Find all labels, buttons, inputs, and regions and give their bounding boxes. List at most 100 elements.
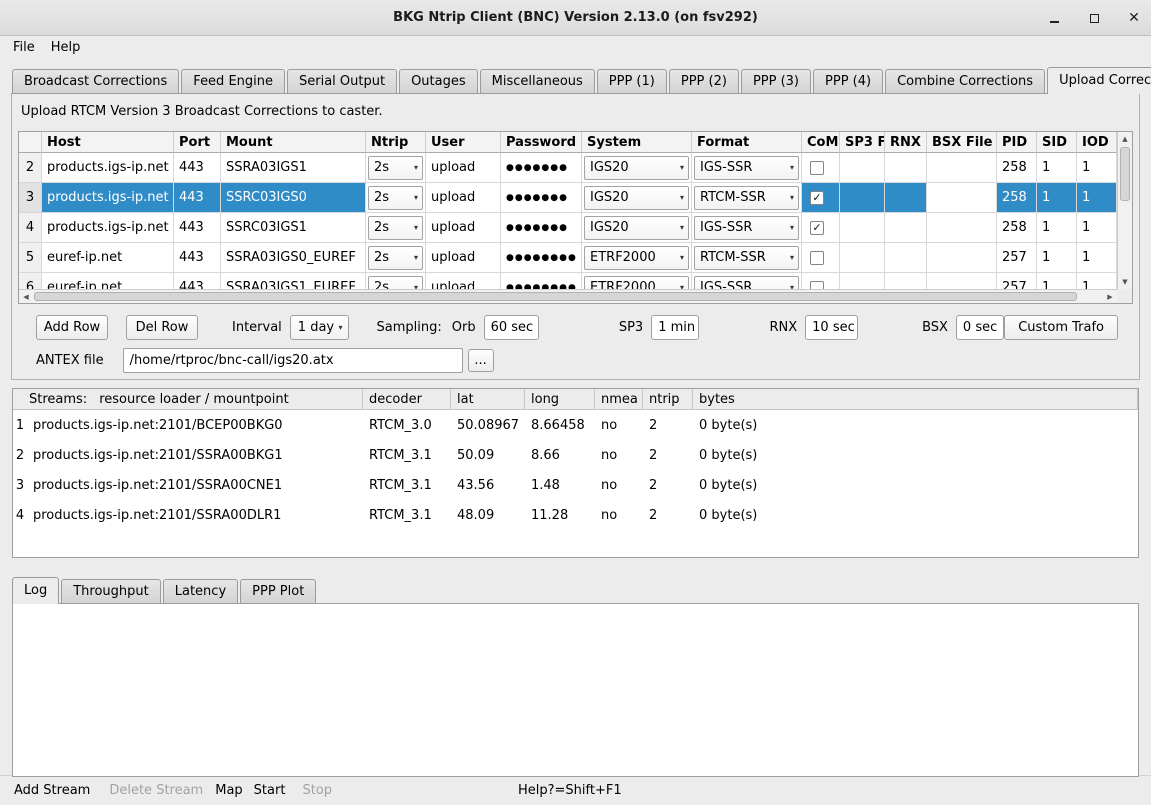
system-select[interactable]: ETRF2000▾ xyxy=(584,276,689,290)
header-pid[interactable]: PID xyxy=(997,132,1037,153)
header-password[interactable]: Password xyxy=(501,132,582,153)
horizontal-scrollbar-thumb[interactable] xyxy=(34,292,1077,301)
stream-row[interactable]: 3 products.igs-ip.net:2101/SSRA00CNE1 RT… xyxy=(13,470,1138,500)
pid-cell[interactable]: 258 xyxy=(997,183,1037,213)
password-cell[interactable]: ●●●●●●● xyxy=(501,183,582,213)
iod-cell[interactable]: 1 xyxy=(1077,243,1117,273)
maximize-button[interactable] xyxy=(1085,9,1103,27)
sp3-file-cell[interactable] xyxy=(840,213,885,243)
iod-cell[interactable]: 1 xyxy=(1077,153,1117,183)
system-select[interactable]: IGS20▾ xyxy=(584,156,689,180)
upload-table-row[interactable]: 4 products.igs-ip.net 443 SSRC03IGS1 2s▾… xyxy=(19,213,1117,243)
system-select[interactable]: IGS20▾ xyxy=(584,216,689,240)
tab-feed-engine[interactable]: Feed Engine xyxy=(181,69,285,93)
com-checkbox[interactable] xyxy=(810,191,824,205)
header-bsx-file[interactable]: BSX File xyxy=(927,132,997,153)
user-cell[interactable]: upload xyxy=(426,243,501,273)
user-cell[interactable]: upload xyxy=(426,153,501,183)
header-rnx[interactable]: RNX xyxy=(885,132,927,153)
menu-file[interactable]: File xyxy=(5,38,43,57)
antex-browse-button[interactable]: ... xyxy=(468,349,494,372)
sid-cell[interactable]: 1 xyxy=(1037,213,1077,243)
pid-cell[interactable]: 257 xyxy=(997,273,1037,289)
header-ntrip[interactable]: ntrip xyxy=(643,389,693,409)
bsx-file-cell[interactable] xyxy=(927,153,997,183)
sid-cell[interactable]: 1 xyxy=(1037,243,1077,273)
port-cell[interactable]: 443 xyxy=(174,213,221,243)
row-number[interactable]: 3 xyxy=(19,183,42,213)
bsx-file-cell[interactable] xyxy=(927,183,997,213)
tab-ppp-2[interactable]: PPP (2) xyxy=(669,69,739,93)
bsx-file-cell[interactable] xyxy=(927,243,997,273)
upload-table-row[interactable]: 3 products.igs-ip.net 443 SSRC03IGS0 2s▾… xyxy=(19,183,1117,213)
vertical-scrollbar[interactable]: ▲ ▼ xyxy=(1117,132,1132,289)
user-cell[interactable]: upload xyxy=(426,183,501,213)
port-cell[interactable]: 443 xyxy=(174,243,221,273)
com-checkbox[interactable] xyxy=(810,221,824,235)
format-select[interactable]: IGS-SSR▾ xyxy=(694,156,799,180)
start-action[interactable]: Start xyxy=(254,783,286,798)
header-host[interactable]: Host xyxy=(42,132,174,153)
tab-miscellaneous[interactable]: Miscellaneous xyxy=(480,69,595,93)
add-stream-action[interactable]: Add Stream xyxy=(14,783,90,798)
sp3-sampling-spinner[interactable]: 1 min ▴▾ xyxy=(651,315,699,340)
sp3-file-cell[interactable] xyxy=(840,243,885,273)
header-long[interactable]: long xyxy=(525,389,595,409)
stream-row[interactable]: 1 products.igs-ip.net:2101/BCEP00BKG0 RT… xyxy=(13,410,1138,440)
tab-log[interactable]: Log xyxy=(12,577,59,604)
password-cell[interactable]: ●●●●●●●● xyxy=(501,273,582,289)
port-cell[interactable]: 443 xyxy=(174,153,221,183)
rnx-cell[interactable] xyxy=(885,153,927,183)
header-lat[interactable]: lat xyxy=(451,389,525,409)
stream-row[interactable]: 4 products.igs-ip.net:2101/SSRA00DLR1 RT… xyxy=(13,500,1138,530)
header-system[interactable]: System xyxy=(582,132,692,153)
row-number[interactable]: 6 xyxy=(19,273,42,289)
tab-ppp-4[interactable]: PPP (4) xyxy=(813,69,883,93)
scroll-left-icon[interactable]: ◀ xyxy=(19,290,33,304)
header-format[interactable]: Format xyxy=(692,132,802,153)
host-cell[interactable]: products.igs-ip.net xyxy=(42,213,174,243)
host-cell[interactable]: euref-ip.net xyxy=(42,273,174,289)
tab-ppp-1[interactable]: PPP (1) xyxy=(597,69,667,93)
com-checkbox[interactable] xyxy=(810,161,824,175)
sp3-file-cell[interactable] xyxy=(840,153,885,183)
ntrip-select[interactable]: 2s▾ xyxy=(368,216,423,240)
header-com[interactable]: CoM xyxy=(802,132,840,153)
header-mount[interactable]: Mount xyxy=(221,132,366,153)
password-cell[interactable]: ●●●●●●●● xyxy=(501,243,582,273)
com-checkbox[interactable] xyxy=(810,251,824,265)
pid-cell[interactable]: 258 xyxy=(997,153,1037,183)
orb-sampling-spinner[interactable]: 60 sec ▴▾ xyxy=(484,315,539,340)
add-row-button[interactable]: Add Row xyxy=(36,315,108,340)
sp3-file-cell[interactable] xyxy=(840,183,885,213)
row-number[interactable]: 2 xyxy=(19,153,42,183)
port-cell[interactable]: 443 xyxy=(174,273,221,289)
ntrip-select[interactable]: 2s▾ xyxy=(368,246,423,270)
header-sp3-file[interactable]: SP3 F xyxy=(840,132,885,153)
antex-file-input[interactable]: /home/rtproc/bnc-call/igs20.atx xyxy=(123,348,463,373)
system-select[interactable]: ETRF2000▾ xyxy=(584,246,689,270)
format-select[interactable]: IGS-SSR▾ xyxy=(694,216,799,240)
sid-cell[interactable]: 1 xyxy=(1037,183,1077,213)
format-select[interactable]: RTCM-SSR▾ xyxy=(694,186,799,210)
row-number[interactable]: 4 xyxy=(19,213,42,243)
sid-cell[interactable]: 1 xyxy=(1037,153,1077,183)
rnx-cell[interactable] xyxy=(885,183,927,213)
user-cell[interactable]: upload xyxy=(426,273,501,289)
custom-trafo-button[interactable]: Custom Trafo xyxy=(1004,315,1118,340)
header-bytes[interactable]: bytes xyxy=(693,389,1138,409)
header-nmea[interactable]: nmea xyxy=(595,389,643,409)
mount-cell[interactable]: SSRA03IGS1_EUREF xyxy=(221,273,366,289)
rnx-cell[interactable] xyxy=(885,213,927,243)
header-user[interactable]: User xyxy=(426,132,501,153)
tab-throughput[interactable]: Throughput xyxy=(61,579,161,603)
rnx-cell[interactable] xyxy=(885,243,927,273)
password-cell[interactable]: ●●●●●●● xyxy=(501,213,582,243)
tab-ppp-plot[interactable]: PPP Plot xyxy=(240,579,316,603)
format-select[interactable]: RTCM-SSR▾ xyxy=(694,246,799,270)
host-cell[interactable]: euref-ip.net xyxy=(42,243,174,273)
pid-cell[interactable]: 258 xyxy=(997,213,1037,243)
stream-row[interactable]: 2 products.igs-ip.net:2101/SSRA00BKG1 RT… xyxy=(13,440,1138,470)
format-select[interactable]: IGS-SSR▾ xyxy=(694,276,799,290)
ntrip-select[interactable]: 2s▾ xyxy=(368,186,423,210)
